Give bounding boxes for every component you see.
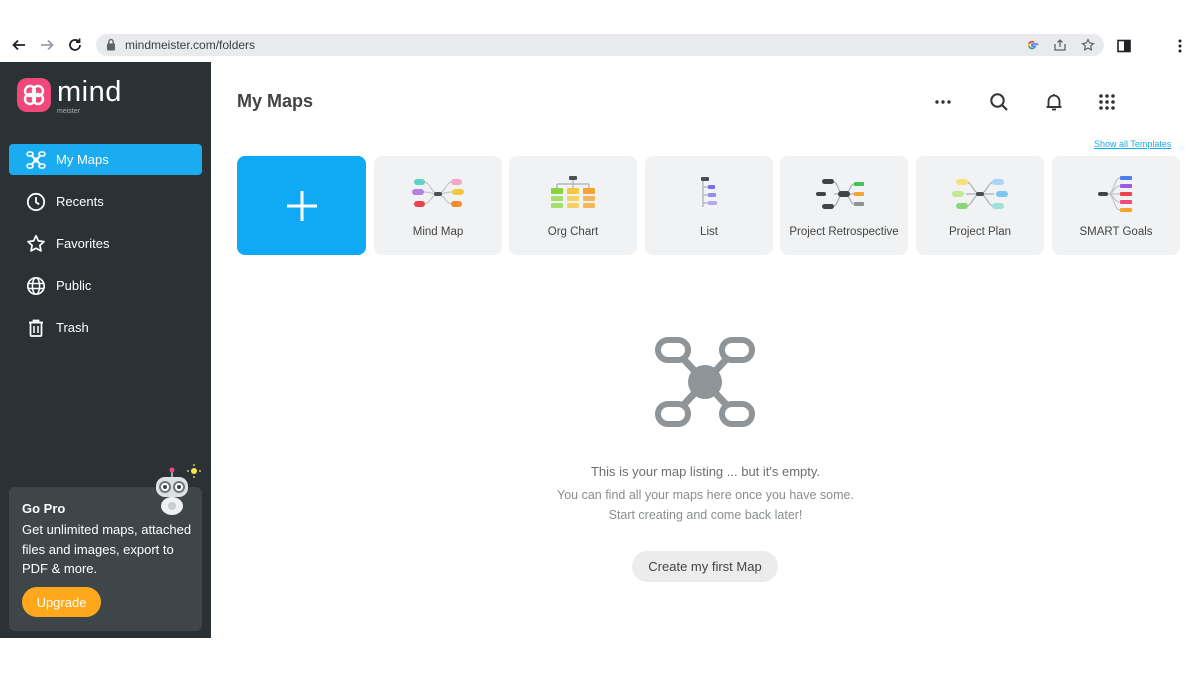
- menu-icon[interactable]: [1172, 38, 1188, 54]
- logo-sub: meister: [57, 108, 80, 115]
- empty-state-text: Start creating and come back later!: [608, 508, 803, 522]
- show-all-templates-link[interactable]: Show all Templates: [1094, 139, 1171, 149]
- sidepanel-icon[interactable]: [1116, 38, 1132, 54]
- address-bar[interactable]: mindmeister.com/folders: [96, 34, 1104, 56]
- trash-icon: [25, 317, 47, 339]
- search-icon[interactable]: [987, 90, 1011, 114]
- star-icon[interactable]: [1080, 37, 1096, 53]
- sidebar-item-label: Recents: [56, 194, 104, 209]
- empty-state-text: You can find all your maps here once you…: [557, 488, 854, 502]
- sidebar: mind meister My Maps Recents Favorites P…: [0, 62, 211, 638]
- mindmap-icon: [25, 149, 47, 171]
- google-icon[interactable]: [1024, 37, 1040, 53]
- go-pro-title: Go Pro: [22, 501, 66, 516]
- logo-word: mind: [57, 76, 122, 108]
- go-pro-text: Get unlimited maps, attached files and i…: [22, 522, 192, 576]
- template-card-smart-goals[interactable]: SMART Goals: [1052, 156, 1180, 255]
- mindmeister-logo[interactable]: mind meister: [17, 76, 121, 115]
- sidebar-item-label: Trash: [56, 320, 89, 335]
- sidebar-item-my-maps[interactable]: My Maps: [9, 144, 202, 175]
- url-text: mindmeister.com/folders: [125, 38, 256, 52]
- template-card-list[interactable]: List: [645, 156, 773, 255]
- share-icon[interactable]: [1052, 37, 1068, 53]
- main-content: My Maps Show all Templates Mind Map Org …: [211, 62, 1200, 638]
- sidebar-item-recents[interactable]: Recents: [9, 186, 202, 217]
- plus-icon: [286, 190, 317, 221]
- back-icon[interactable]: [10, 36, 28, 54]
- smart-goals-thumbnail-icon: [1098, 176, 1132, 212]
- template-card-project-retrospective[interactable]: Project Retrospective: [780, 156, 908, 255]
- bell-icon[interactable]: [1042, 90, 1066, 114]
- empty-mindmap-icon: [655, 337, 755, 427]
- project-retrospective-thumbnail-icon: [816, 179, 864, 209]
- list-thumbnail-icon: [701, 177, 717, 207]
- mind-map-thumbnail-icon: [412, 179, 464, 207]
- template-card-project-plan[interactable]: Project Plan: [916, 156, 1044, 255]
- template-label: Org Chart: [547, 226, 599, 238]
- page-title: My Maps: [237, 91, 314, 111]
- template-label: SMART Goals: [1079, 226, 1153, 238]
- create-first-map-button[interactable]: Create my first Map: [632, 551, 778, 582]
- project-plan-thumbnail-icon: [952, 179, 1008, 209]
- sidebar-item-label: Public: [56, 278, 92, 293]
- lock-icon: [106, 38, 116, 56]
- org-chart-thumbnail-icon: [551, 176, 595, 208]
- template-label: Mind Map: [412, 226, 464, 238]
- star-icon: [25, 233, 47, 255]
- browser-toolbar: mindmeister.com/folders: [0, 28, 1200, 62]
- empty-state-title: This is your map listing ... but it's em…: [590, 464, 821, 479]
- sidebar-item-label: Favorites: [56, 236, 110, 251]
- apps-grid-icon[interactable]: [1095, 90, 1119, 114]
- upgrade-button[interactable]: Upgrade: [22, 587, 101, 617]
- new-map-button[interactable]: [237, 156, 366, 255]
- template-label: Project Retrospective: [789, 226, 899, 238]
- more-options-icon[interactable]: [931, 90, 955, 114]
- sidebar-item-public[interactable]: Public: [9, 270, 202, 301]
- clock-icon: [25, 191, 47, 213]
- template-label: List: [700, 226, 718, 238]
- logo-mark-icon: [17, 78, 51, 112]
- robot-mascot-icon: [156, 464, 201, 515]
- template-label: Project Plan: [948, 226, 1011, 238]
- reload-icon[interactable]: [66, 36, 84, 54]
- sidebar-item-label: My Maps: [56, 152, 109, 167]
- sidebar-item-trash[interactable]: Trash: [9, 312, 202, 343]
- template-card-mind-map[interactable]: Mind Map: [374, 156, 502, 255]
- sidebar-item-favorites[interactable]: Favorites: [9, 228, 202, 259]
- globe-icon: [25, 275, 47, 297]
- forward-icon[interactable]: [38, 36, 56, 54]
- template-card-org-chart[interactable]: Org Chart: [509, 156, 637, 255]
